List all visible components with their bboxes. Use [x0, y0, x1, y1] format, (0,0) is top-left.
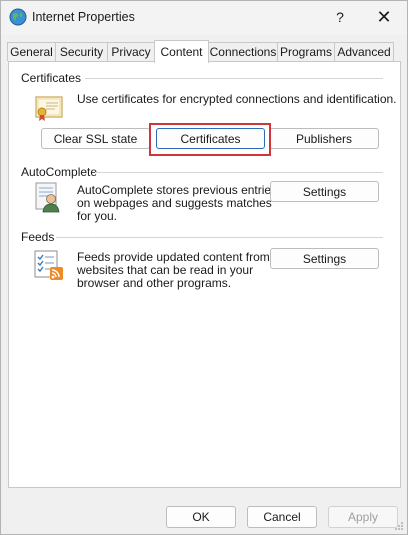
internet-globe-icon	[9, 8, 27, 26]
close-button[interactable]: ✕	[362, 1, 406, 33]
certificates-heading: Certificates	[21, 71, 82, 85]
certificate-icon	[35, 96, 63, 121]
apply-button[interactable]: Apply	[328, 506, 398, 528]
tab-programs[interactable]: Programs	[277, 42, 335, 61]
tab-security[interactable]: Security	[55, 42, 108, 61]
autocomplete-divider	[95, 172, 383, 173]
feeds-settings-button[interactable]: Settings	[270, 248, 379, 269]
tab-general[interactable]: General	[7, 42, 56, 61]
internet-properties-window: Internet Properties ? ✕ General Security…	[0, 0, 408, 535]
certificates-button-highlight	[149, 123, 271, 156]
feeds-heading: Feeds	[21, 230, 55, 244]
autocomplete-description: AutoComplete stores previous entries on …	[77, 183, 278, 223]
ok-button[interactable]: OK	[166, 506, 236, 528]
help-icon: ?	[336, 9, 344, 25]
feeds-rss-icon	[34, 250, 63, 280]
help-button[interactable]: ?	[318, 1, 362, 33]
close-icon: ✕	[376, 6, 392, 27]
clear-ssl-state-button[interactable]: Clear SSL state	[41, 128, 150, 149]
feeds-description: Feeds provide updated content from websi…	[77, 250, 270, 290]
certificates-divider	[85, 78, 383, 79]
publishers-button[interactable]: Publishers	[269, 128, 379, 149]
autocomplete-settings-button[interactable]: Settings	[270, 181, 379, 202]
autocomplete-heading: AutoComplete	[21, 165, 98, 179]
tab-advanced[interactable]: Advanced	[334, 42, 394, 61]
autocomplete-user-icon	[35, 182, 60, 213]
cancel-button[interactable]: Cancel	[247, 506, 317, 528]
title-bar: Internet Properties ? ✕	[1, 1, 407, 35]
resize-grip-icon[interactable]	[394, 521, 404, 531]
feeds-divider	[56, 237, 383, 238]
tab-privacy[interactable]: Privacy	[107, 42, 155, 61]
tab-content[interactable]: Content	[154, 40, 209, 63]
certificates-description: Use certificates for encrypted connectio…	[77, 92, 397, 106]
tab-connections[interactable]: Connections	[208, 42, 278, 61]
window-title: Internet Properties	[32, 10, 135, 24]
